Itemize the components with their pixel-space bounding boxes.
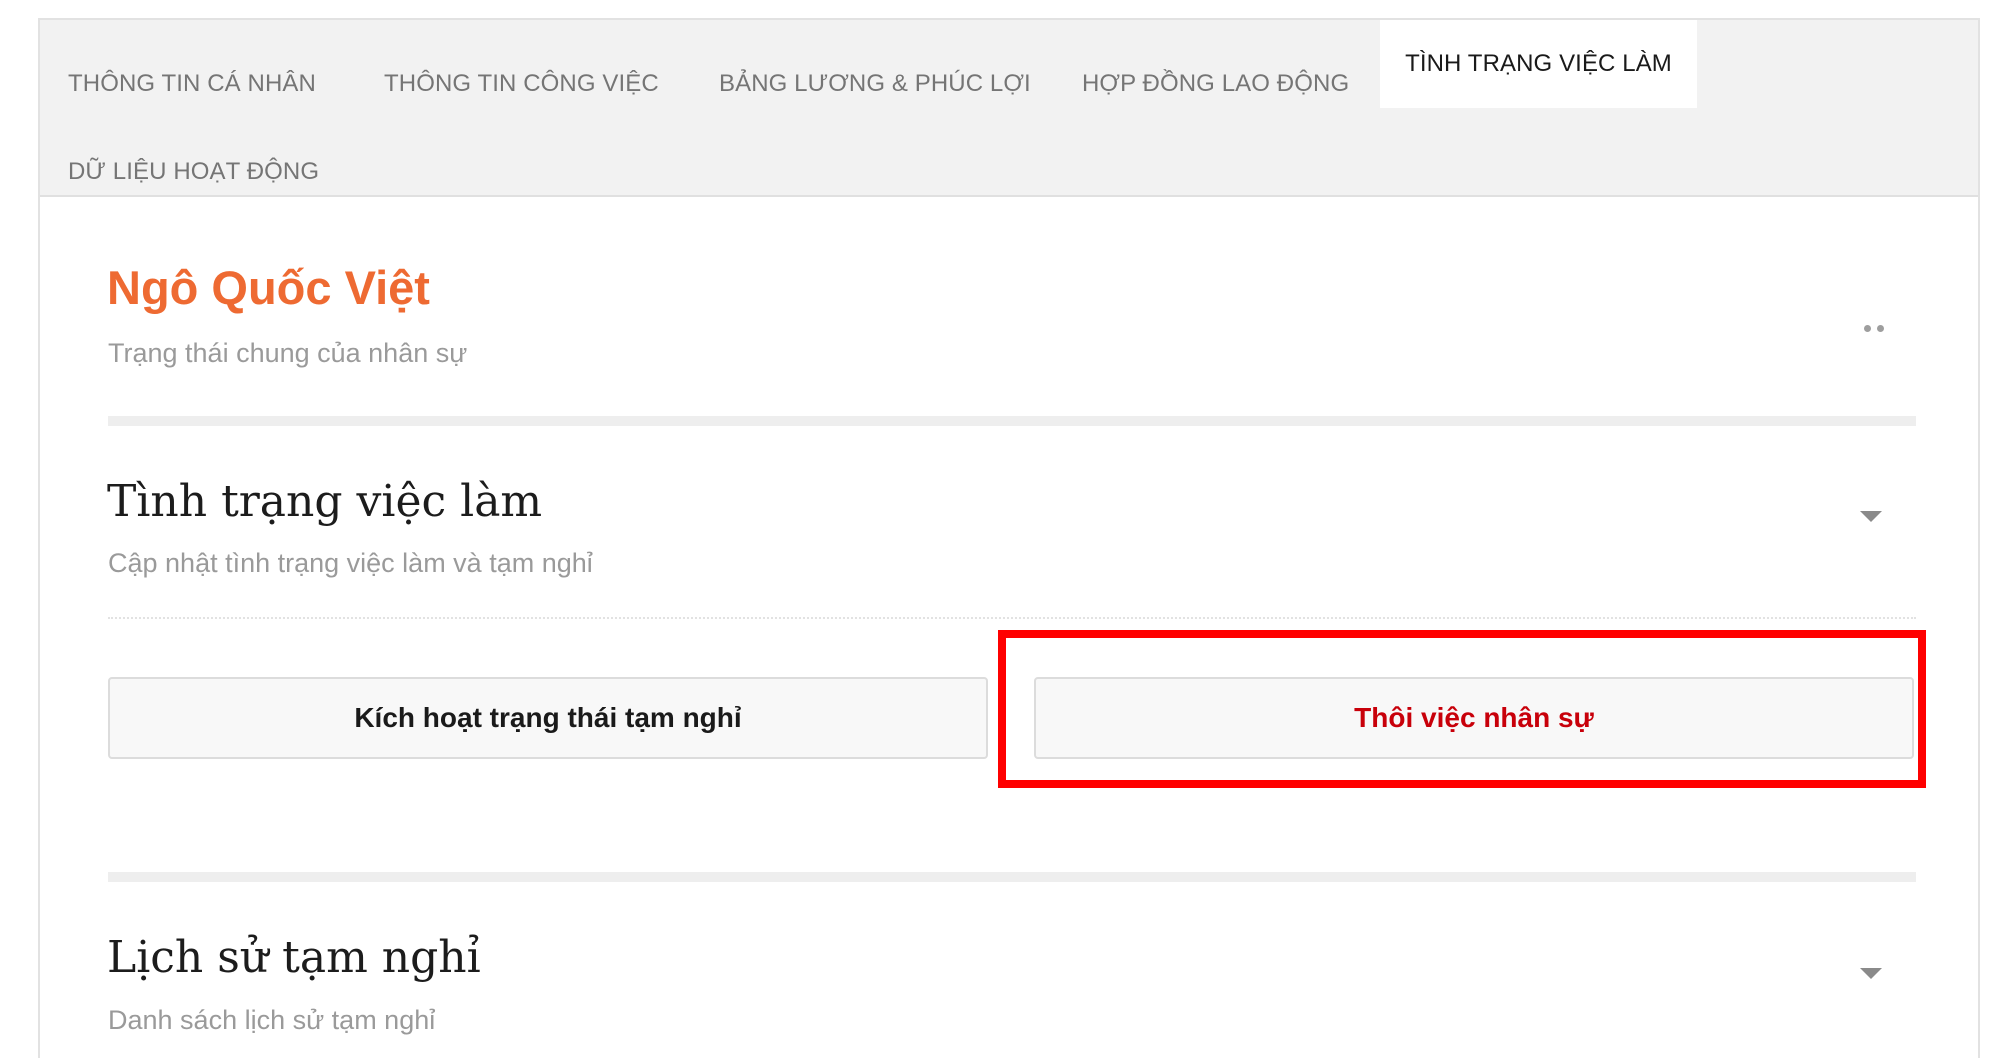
employment-status-subtitle: Cập nhật tình trạng việc làm và tạm nghỉ [108, 548, 593, 578]
dotted-divider [108, 617, 1916, 619]
activate-leave-button[interactable]: Kích hoạt trạng thái tạm nghỉ [108, 677, 988, 759]
section-divider [108, 872, 1916, 882]
tab-employment-status[interactable]: TÌNH TRẠNG VIỆC LÀM [1380, 20, 1697, 108]
leave-history-title: Lịch sử tạm nghỉ [107, 932, 481, 983]
tab-job-info[interactable]: THÔNG TIN CÔNG VIỆC [384, 40, 659, 128]
terminate-employee-button[interactable]: Thôi việc nhân sự [1034, 677, 1914, 759]
tab-payroll-benefits[interactable]: BẢNG LƯƠNG & PHÚC LỢI [719, 40, 1031, 128]
employee-profile-panel: THÔNG TIN CÁ NHÂN THÔNG TIN CÔNG VIỆC BẢ… [38, 18, 1980, 1058]
employee-name: Ngô Quốc Việt [107, 261, 430, 314]
chevron-down-icon[interactable] [1860, 968, 1882, 979]
tab-activity-data[interactable]: DỮ LIỆU HOẠT ĐỘNG [68, 128, 319, 216]
more-options-icon[interactable] [1854, 308, 1894, 348]
tab-labor-contract[interactable]: HỢP ĐỒNG LAO ĐỘNG [1082, 40, 1349, 128]
section-divider [108, 416, 1916, 426]
tab-bar: THÔNG TIN CÁ NHÂN THÔNG TIN CÔNG VIỆC BẢ… [40, 20, 1978, 197]
tab-personal-info[interactable]: THÔNG TIN CÁ NHÂN [68, 40, 316, 128]
employee-status-subtitle: Trạng thái chung của nhân sự [108, 338, 468, 368]
employment-status-title: Tình trạng việc làm [107, 476, 543, 527]
chevron-down-icon[interactable] [1860, 511, 1882, 522]
leave-history-subtitle: Danh sách lịch sử tạm nghỉ [108, 1005, 436, 1035]
